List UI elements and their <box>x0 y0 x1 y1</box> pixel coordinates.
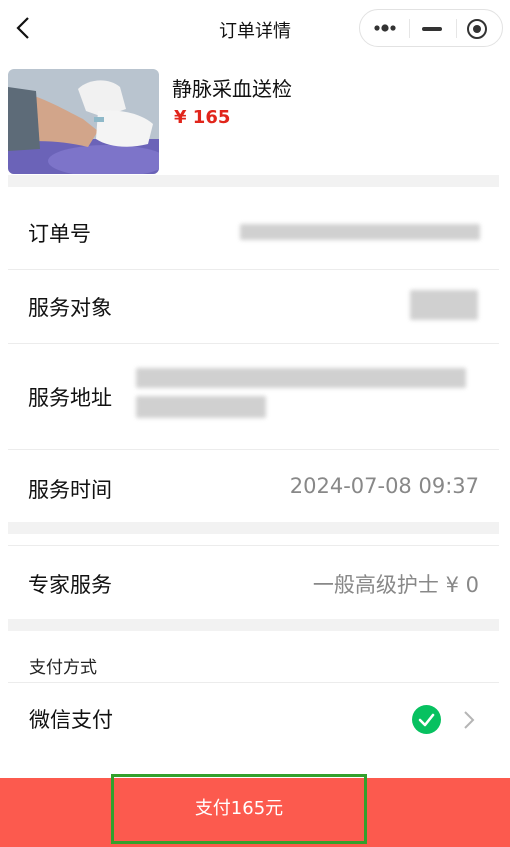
navigation-bar: 订单详情 <box>0 0 510 58</box>
redacted-address-line-1 <box>136 368 466 388</box>
service-address-label: 服务地址 <box>28 386 112 410</box>
wechat-pay-label[interactable]: 微信支付 <box>29 704 113 734</box>
expert-service-label: 专家服务 <box>28 573 112 597</box>
product-image <box>8 69 159 174</box>
section-divider <box>8 522 499 534</box>
minimize-icon[interactable] <box>422 27 442 31</box>
section-divider <box>8 619 499 631</box>
more-dots-icon[interactable] <box>373 22 397 34</box>
redacted-address-line-2 <box>136 396 266 418</box>
chevron-right-icon[interactable] <box>460 709 478 731</box>
expert-service-value: 一般高级护士 ¥ 0 <box>312 573 479 597</box>
order-number-label: 订单号 <box>28 222 91 246</box>
order-number-row: 订单号 <box>8 196 499 270</box>
expert-service-row[interactable]: 专家服务 一般高级护士 ¥ 0 <box>8 545 499 619</box>
product-card: 静脉采血送检 ¥ 165 <box>8 69 502 175</box>
mini-program-capsule <box>359 9 503 47</box>
capsule-divider <box>409 19 410 38</box>
service-target-row: 服务对象 <box>8 270 499 344</box>
target-close-icon[interactable] <box>466 18 488 40</box>
product-name: 静脉采血送检 <box>172 77 292 101</box>
service-time-label: 服务时间 <box>28 478 112 502</box>
pay-button[interactable]: 支付165元 <box>111 774 367 844</box>
service-address-row: 服务地址 <box>8 344 499 450</box>
capsule-divider <box>456 19 457 38</box>
redacted-order-number <box>240 224 480 240</box>
section-divider <box>8 175 499 187</box>
check-icon[interactable] <box>412 705 441 734</box>
service-time-value: 2024-07-08 09:37 <box>289 474 479 498</box>
product-price: ¥ 165 <box>174 107 231 128</box>
service-time-row: 服务时间 2024-07-08 09:37 <box>8 450 499 522</box>
payment-method-heading: 支付方式 <box>29 658 97 678</box>
service-target-label: 服务对象 <box>28 296 112 320</box>
redacted-service-target <box>410 290 478 320</box>
